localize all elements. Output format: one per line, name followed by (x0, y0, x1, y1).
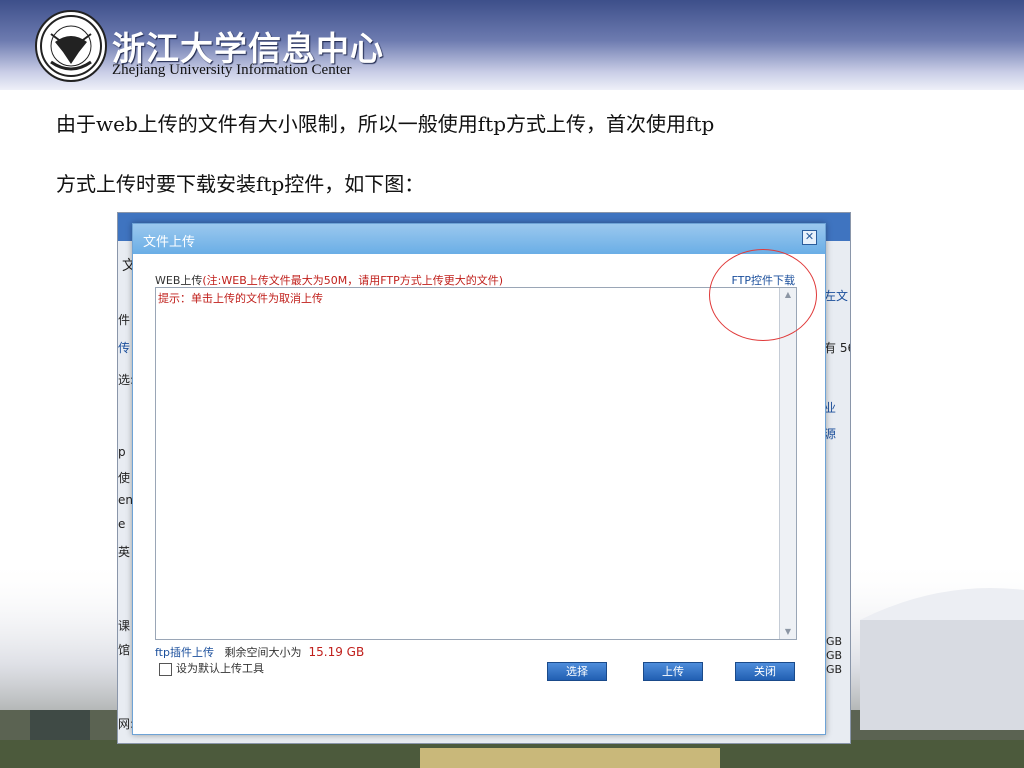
web-upload-note: (注:WEB上传文件最大为50M，请用FTP方式上传更大的文件) (202, 274, 504, 287)
bg-fragment: p (118, 445, 126, 459)
default-tool-checkbox[interactable] (159, 662, 172, 676)
annotation-circle (709, 249, 817, 341)
bg-fragment: 传 (118, 341, 131, 355)
space-value: 15.19 GB (308, 645, 365, 659)
scroll-down-icon[interactable]: ▼ (780, 625, 796, 639)
bg-fragment: 件 (118, 313, 131, 327)
bg-fragment: 有 56 (824, 341, 850, 355)
upload-button[interactable]: 上传 (643, 662, 703, 681)
body-line-2: 方式上传时要下载安装ftp控件，如下图： (56, 172, 425, 196)
bg-fragment: 课 (118, 619, 131, 633)
upload-hint: 提示：单击上传的文件为取消上传 (158, 292, 323, 305)
default-tool-row: 设为默认上传工具 (159, 660, 264, 676)
dialog-title: 文件上传 (143, 235, 196, 250)
close-icon[interactable]: ✕ (802, 230, 817, 245)
slide-header: 浙江大学信息中心 Zhejiang University Information… (0, 0, 1024, 90)
bg-fragment: 使 (118, 471, 131, 485)
bg-fragment: GB (826, 663, 843, 676)
list-scrollbar[interactable]: ▲ ▼ (779, 288, 796, 639)
dialog-title-bar: 文件上传 ✕ (133, 224, 825, 254)
select-button[interactable]: 选择 (547, 662, 607, 681)
status-line: ftp插件上传 剩余空间大小为 15.19 GB (155, 644, 364, 660)
bg-fragment: 馆 (118, 643, 131, 657)
close-button[interactable]: 关闭 (735, 662, 795, 681)
body-line-1: 由于web上传的文件有大小限制，所以一般使用ftp方式上传，首次使用ftp (56, 112, 715, 136)
ftp-plugin-upload-link[interactable]: ftp插件上传 (155, 646, 214, 659)
bg-fragment: GB (826, 649, 843, 662)
university-seal-logo (35, 10, 107, 82)
web-upload-prefix: WEB上传 (155, 274, 203, 287)
bg-fragment: en (118, 493, 133, 507)
default-tool-label: 设为默认上传工具 (176, 662, 264, 675)
web-upload-label: WEB上传(注:WEB上传文件最大为50M，请用FTP方式上传更大的文件) (155, 272, 503, 288)
bg-fragment: e (118, 517, 126, 531)
header-title-en: Zhejiang University Information Center (112, 62, 352, 78)
bg-fragment: 左文 (824, 289, 849, 303)
bg-fragment: 英 (118, 545, 131, 559)
bg-fragment: GB (826, 635, 843, 648)
upload-file-list[interactable]: 提示：单击上传的文件为取消上传 ▲ ▼ (155, 287, 797, 640)
space-label: 剩余空间大小为 (224, 646, 302, 659)
